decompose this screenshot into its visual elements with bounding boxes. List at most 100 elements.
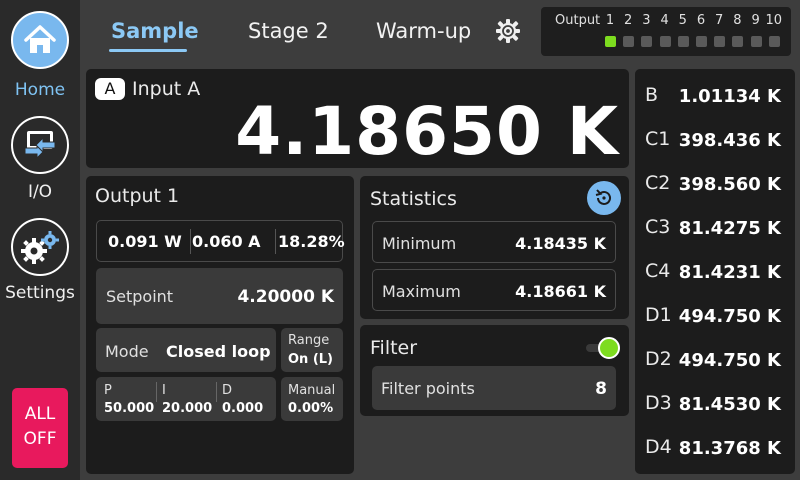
mode-field[interactable]: Mode Closed loop: [96, 328, 276, 372]
tab-sample[interactable]: Sample: [111, 19, 199, 43]
output-number: 10: [765, 13, 783, 28]
channel-value: 81.4275 K: [678, 218, 781, 239]
output-led: [659, 36, 671, 47]
sidebar-item-io-label: I/O: [27, 182, 53, 202]
reset-statistics-button[interactable]: [587, 181, 621, 215]
p-label: P: [104, 383, 112, 398]
output-number: 1: [605, 13, 615, 28]
input-name: Input A: [132, 78, 201, 100]
i-value: 20.000: [162, 401, 213, 416]
statistics-title: Statistics: [370, 188, 457, 210]
filter-panel: Filter Filter points 8: [360, 325, 629, 416]
toggle-knob: [598, 337, 620, 359]
p-value: 50.000: [104, 401, 155, 416]
d-label: D: [222, 383, 233, 398]
mode-label: Mode: [105, 342, 149, 361]
channel-row[interactable]: D3 81.4530 K: [635, 382, 793, 426]
input-badge: A: [95, 78, 125, 100]
settings-button[interactable]: [11, 218, 69, 276]
filter-points-value: 8: [595, 379, 607, 399]
channel-row[interactable]: C3 81.4275 K: [635, 206, 793, 250]
output-power: 0.091 W: [108, 232, 182, 251]
channel-value: 494.750 K: [678, 350, 781, 371]
home-button[interactable]: [11, 11, 69, 69]
channel-value: 81.4530 K: [678, 394, 781, 415]
output-number: 4: [660, 13, 669, 28]
tab-active-indicator: [109, 49, 187, 52]
output-led: [732, 36, 744, 47]
output-led: [696, 36, 707, 47]
filter-points-label: Filter points: [381, 379, 475, 398]
output-number: 6: [696, 13, 706, 28]
output-led: [750, 36, 762, 47]
output-number: 8: [733, 13, 742, 28]
tab-stage-2[interactable]: Stage 2: [248, 19, 329, 43]
channel-row[interactable]: C4 81.4231 K: [635, 250, 793, 294]
setpoint-field[interactable]: Setpoint 4.20000 K: [96, 268, 343, 324]
all-off-line2: OFF: [23, 429, 57, 449]
minimum-box: Minimum 4.18435 K: [372, 221, 616, 263]
channel-value: 398.436 K: [678, 130, 781, 151]
tab-warm-up[interactable]: Warm-up: [376, 19, 471, 43]
channel-row[interactable]: B 1.01134 K: [635, 74, 793, 118]
channel-value: 398.560 K: [678, 174, 781, 195]
range-field[interactable]: Range On (L): [281, 328, 343, 372]
channel-row[interactable]: C2 398.560 K: [635, 162, 793, 206]
range-value: On (L): [288, 352, 333, 367]
output-number: 7: [715, 13, 724, 28]
reset-icon: [595, 189, 611, 205]
channel-value: 81.3768 K: [678, 438, 781, 459]
channel-row[interactable]: C1 398.436 K: [635, 118, 793, 162]
settings-icon: [21, 231, 59, 264]
channel-name: D2: [645, 348, 672, 370]
maximum-label: Maximum: [382, 282, 461, 301]
manual-value: 0.00%: [288, 401, 334, 416]
gear-icon[interactable]: [495, 18, 521, 44]
channel-name: C3: [645, 216, 671, 238]
d-value: 0.000: [222, 401, 264, 416]
io-button[interactable]: [11, 116, 69, 174]
sidebar-item-home-label: Home: [14, 80, 66, 100]
output-1-title: Output 1: [95, 185, 180, 207]
channel-value: 494.750 K: [678, 306, 781, 327]
io-icon: [24, 131, 56, 160]
input-a-panel[interactable]: A Input A 4.18650 K: [86, 69, 629, 170]
channel-row[interactable]: D4 81.3768 K: [635, 426, 793, 470]
setpoint-value: 4.20000 K: [237, 287, 334, 307]
channel-value: 81.4231 K: [678, 262, 781, 283]
output-1-panel: Output 1 0.091 W 0.060 A 18.28% Setpoint…: [86, 176, 354, 474]
channel-list-panel: B 1.01134 K C1 398.436 K C2 398.560 K C3 81.427…: [635, 69, 795, 474]
channel-name: D1: [645, 304, 672, 326]
maximum-value: 4.18661 K: [515, 282, 606, 301]
minimum-value: 4.18435 K: [515, 234, 606, 253]
output-percent: 18.28%: [278, 232, 345, 251]
output-number: 2: [624, 13, 633, 28]
mode-value: Closed loop: [166, 342, 271, 361]
channel-name: D3: [645, 392, 672, 414]
channel-name: C2: [645, 172, 671, 194]
divider: [190, 229, 191, 254]
output-current: 0.060 A: [192, 232, 261, 251]
minimum-label: Minimum: [382, 234, 457, 253]
channel-name: C4: [645, 260, 671, 282]
output-indicator-panel: Output 1 2 3 4 5 6 7 8 9 10: [541, 7, 791, 56]
filter-title: Filter: [370, 337, 418, 359]
filter-points-field[interactable]: Filter points 8: [372, 366, 616, 410]
channel-row[interactable]: D1 494.750 K: [635, 294, 793, 338]
channel-value: 1.01134 K: [678, 86, 781, 107]
output-led: [677, 36, 689, 47]
output-led: [768, 36, 780, 47]
all-off-line1: ALL: [24, 404, 56, 424]
channel-row[interactable]: D2 494.750 K: [635, 338, 793, 382]
home-icon: [24, 25, 56, 53]
channel-name: C1: [645, 128, 671, 150]
pid-field[interactable]: P 50.000 I 20.000 D 0.000: [96, 377, 276, 421]
statistics-panel: Statistics Minimum 4.18435 K Maximum 4.1…: [360, 176, 629, 319]
divider: [216, 382, 217, 402]
input-a-reading: 4.18650 K: [235, 93, 619, 170]
manual-field[interactable]: Manual 0.00%: [281, 377, 343, 421]
all-off-button[interactable]: ALL OFF: [12, 388, 68, 468]
filter-toggle[interactable]: [584, 337, 620, 359]
manual-label: Manual: [288, 383, 336, 398]
output-number: 9: [751, 13, 760, 28]
